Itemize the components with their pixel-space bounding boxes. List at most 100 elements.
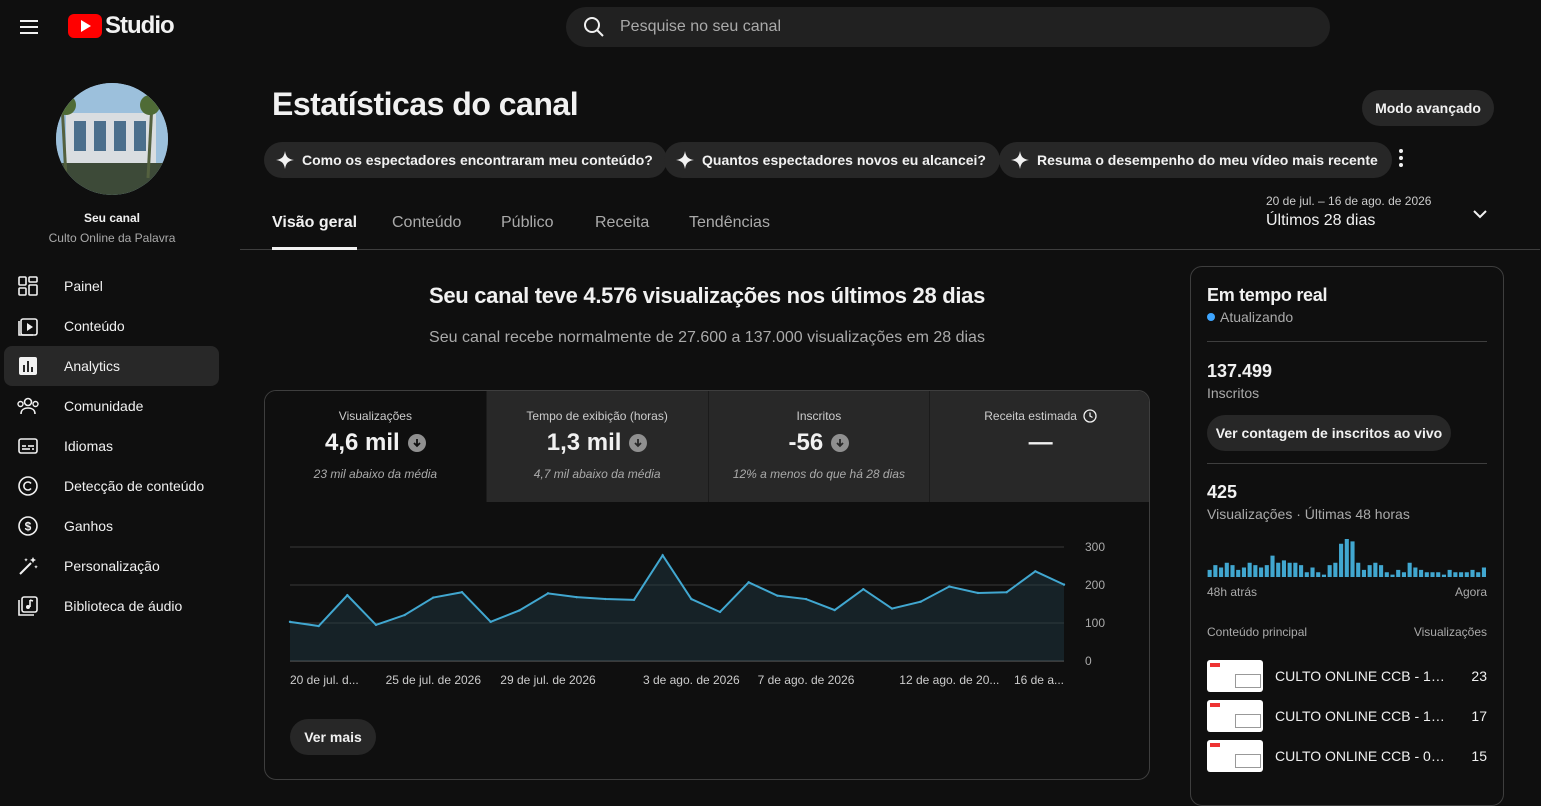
metric-value: 1,3 mil [546, 429, 622, 456]
realtime-bar [1419, 569, 1424, 577]
chip-label: Como os espectadores encontraram meu con… [302, 152, 653, 168]
metric-label: Inscritos [796, 409, 842, 423]
metric-watch-time[interactable]: Tempo de exibição (horas) 1,3 mil 4,7 mi… [486, 391, 709, 502]
sidebar-item-comunidade[interactable]: Comunidade [4, 386, 219, 426]
more-options-icon[interactable] [1389, 146, 1413, 170]
video-title: CULTO ONLINE CCB - 12/08/2026 [1275, 708, 1445, 724]
menu-icon[interactable] [18, 16, 42, 38]
metric-revenue[interactable]: Receita estimada — [930, 391, 1149, 502]
realtime-title: Em tempo real [1207, 285, 1328, 305]
chip-label: Quantos espectadores novos eu alcancei? [702, 152, 986, 168]
page-title: Estatísticas do canal [272, 86, 579, 122]
see-more-button[interactable]: Ver mais [290, 719, 376, 755]
tab-receita[interactable]: Receita [595, 214, 649, 232]
realtime-bar [1464, 572, 1469, 577]
realtime-bar [1367, 565, 1372, 577]
sidebar-item-conteudo[interactable]: Conteúdo [4, 306, 219, 346]
sidebar-item-personalizacao[interactable]: Personalização [4, 546, 219, 586]
sidebar-item-biblioteca-audio[interactable]: Biblioteca de áudio [4, 586, 219, 626]
data-point [804, 597, 808, 601]
data-point [919, 600, 922, 603]
chevron-down-icon[interactable] [1470, 204, 1490, 224]
search-bar[interactable]: Pesquise no seu canal [566, 7, 1330, 47]
sidebar-item-label: Detecção de conteúdo [64, 478, 205, 494]
arrow-down-icon [831, 434, 850, 452]
channel-avatar[interactable] [56, 83, 168, 195]
sidebar-item-deteccao[interactable]: Detecção de conteúdo [4, 466, 219, 506]
realtime-bar [1459, 572, 1464, 577]
sidebar-item-ganhos[interactable]: $ Ganhos [4, 506, 219, 546]
sidebar-item-label: Personalização [64, 558, 160, 574]
metric-note: 4,7 mil abaixo da média [533, 467, 661, 481]
realtime-bar [1299, 565, 1304, 577]
video-views: 17 [1471, 708, 1487, 724]
realtime-bar [1447, 569, 1452, 577]
data-point [776, 594, 779, 597]
sidebar-item-idiomas[interactable]: Idiomas [4, 426, 219, 466]
realtime-bar [1453, 572, 1458, 577]
top-content-header: Conteúdo principal [1207, 625, 1308, 639]
metric-value: -56 [788, 429, 824, 456]
realtime-bar [1327, 565, 1332, 577]
realtime-bar-chart [1207, 539, 1486, 577]
advanced-mode-button[interactable]: Modo avançado [1362, 90, 1494, 126]
live-subscriber-count-button[interactable]: Ver contagem de inscritos ao vivo [1207, 415, 1451, 451]
tab-tendencias[interactable]: Tendências [689, 214, 770, 232]
data-point [890, 607, 894, 610]
tab-conteudo[interactable]: Conteúdo [392, 214, 461, 232]
realtime-views-label: Visualizações · Últimas 48 horas [1207, 506, 1410, 522]
realtime-bar [1287, 562, 1292, 577]
sidebar-item-analytics[interactable]: Analytics [4, 346, 219, 386]
realtime-bar [1253, 565, 1258, 577]
ask-chip-discovery[interactable]: Como os espectadores encontraram meu con… [264, 142, 667, 178]
video-thumbnail [1207, 740, 1263, 772]
ask-chip-recent-video[interactable]: Resuma o desempenho do meu vídeo mais re… [999, 142, 1392, 178]
realtime-bar [1407, 562, 1412, 577]
x-tick-label: 20 de jul. d... [290, 673, 359, 687]
divider [1207, 463, 1487, 464]
data-point [862, 587, 865, 591]
metric-views[interactable]: Visualizações 4,6 mil 23 mil abaixo da m… [265, 391, 487, 502]
ask-chip-new-viewers[interactable]: Quantos espectadores novos eu alcancei? [664, 142, 1000, 178]
data-point [346, 594, 349, 597]
realtime-bar [1281, 560, 1286, 577]
earn-icon: $ [16, 514, 40, 538]
realtime-bar [1270, 555, 1275, 577]
clock-icon [1083, 409, 1097, 423]
sparkle-icon [676, 151, 694, 169]
realtime-bar [1207, 569, 1212, 577]
sidebar-item-label: Biblioteca de áudio [64, 598, 183, 614]
studio-logo[interactable]: Studio [68, 12, 175, 40]
y-tick-label: 300 [1085, 540, 1105, 554]
data-point [604, 597, 607, 601]
divider [1207, 341, 1487, 342]
data-point [632, 598, 636, 602]
data-point [546, 592, 550, 595]
data-point [575, 595, 578, 599]
realtime-bar [1304, 572, 1309, 577]
tab-publico[interactable]: Público [501, 214, 553, 232]
svg-text:$: $ [25, 520, 32, 534]
tab-visao-geral[interactable]: Visão geral [272, 214, 358, 250]
sidebar-item-painel[interactable]: Painel [4, 266, 219, 306]
search-placeholder[interactable]: Pesquise no seu canal [620, 18, 781, 36]
realtime-bar [1293, 562, 1298, 577]
metric-subscribers[interactable]: Inscritos -56 12% a menos do que há 28 d… [708, 391, 931, 502]
realtime-bar [1213, 565, 1218, 577]
metric-label: Visualizações [338, 409, 412, 423]
date-range-picker[interactable]: 20 de jul. – 16 de ago. de 2026 Últimos … [1266, 194, 1431, 230]
top-content-item[interactable]: CULTO ONLINE CCB - 06/08/2026 15 [1207, 740, 1487, 772]
content-icon [16, 314, 40, 338]
church-photo-icon [56, 83, 168, 195]
data-point [690, 597, 693, 601]
realtime-bar [1356, 562, 1361, 577]
top-content-item[interactable]: CULTO ONLINE CCB - 14/08/2026 23 [1207, 660, 1487, 692]
sparkle-icon [1011, 151, 1029, 169]
sidebar-item-label: Analytics [64, 358, 121, 374]
top-content-item[interactable]: CULTO ONLINE CCB - 12/08/2026 17 [1207, 700, 1487, 732]
realtime-bar [1224, 562, 1229, 577]
realtime-bar [1361, 569, 1366, 577]
sidebar-item-label: Idiomas [64, 438, 114, 454]
sidebar-item-label: Comunidade [64, 398, 144, 414]
community-icon [16, 394, 40, 418]
